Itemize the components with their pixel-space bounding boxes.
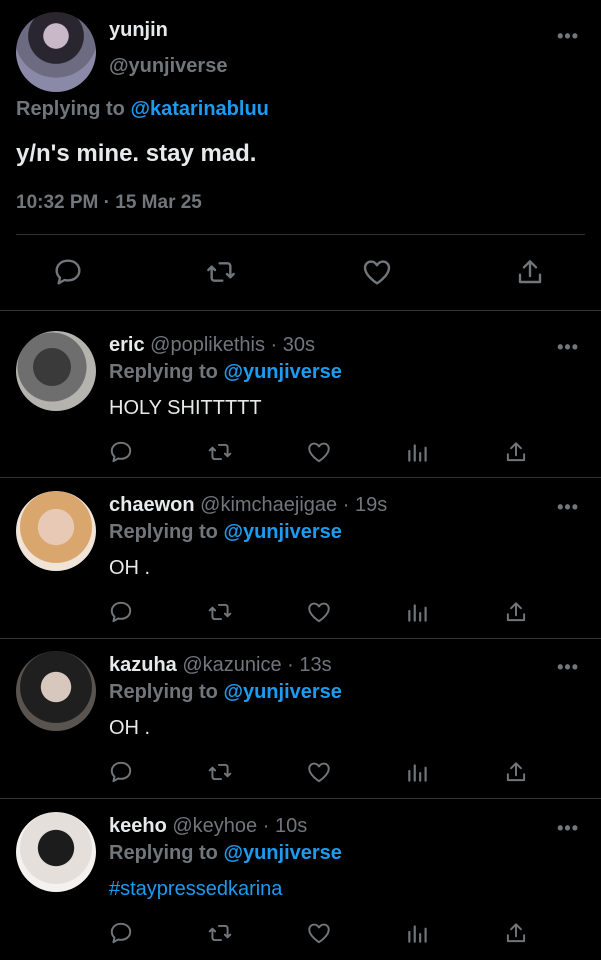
more-options-icon[interactable]: ••• bbox=[557, 497, 579, 518]
retweet-icon[interactable] bbox=[204, 256, 238, 288]
separator: · bbox=[337, 494, 355, 516]
share-icon[interactable] bbox=[503, 920, 529, 946]
separator: · bbox=[281, 654, 300, 676]
author-name[interactable]: chaewon bbox=[109, 494, 195, 516]
author-name[interactable]: yunjin bbox=[109, 19, 168, 42]
more-options-icon[interactable]: ••• bbox=[557, 818, 579, 839]
main-tweet: yunjin @yunjiverse ••• Replying to @kata… bbox=[0, 0, 601, 310]
like-icon[interactable] bbox=[305, 920, 333, 946]
retweet-icon[interactable] bbox=[206, 759, 234, 785]
replying-to: Replying to @yunjiverse bbox=[109, 681, 342, 704]
share-icon[interactable] bbox=[503, 759, 529, 785]
retweet-icon[interactable] bbox=[206, 599, 234, 625]
reply-header: kazuha @kazunice · 13s bbox=[109, 654, 332, 677]
like-icon[interactable] bbox=[305, 759, 333, 785]
author-name[interactable]: keeho bbox=[109, 815, 167, 837]
like-icon[interactable] bbox=[360, 256, 394, 288]
divider bbox=[16, 234, 585, 235]
reply-header: eric @poplikethis · 30s bbox=[109, 334, 315, 357]
replying-to: Replying to @yunjiverse bbox=[109, 842, 342, 865]
more-options-icon[interactable]: ••• bbox=[557, 26, 579, 47]
analytics-icon[interactable] bbox=[405, 759, 431, 785]
avatar[interactable] bbox=[16, 331, 96, 411]
avatar[interactable] bbox=[16, 651, 96, 731]
reply-header: keeho @keyhoe · 10s bbox=[109, 815, 307, 838]
hashtag-link[interactable]: #staypressedkarina bbox=[109, 878, 282, 901]
more-options-icon[interactable]: ••• bbox=[557, 337, 579, 358]
share-icon[interactable] bbox=[514, 256, 546, 288]
author-handle[interactable]: @yunjiverse bbox=[109, 55, 227, 78]
author-name[interactable]: eric bbox=[109, 334, 145, 356]
tweet-text: y/n's mine. stay mad. bbox=[16, 140, 257, 167]
reply-tweet[interactable]: keeho @keyhoe · 10s ••• Replying to @yun… bbox=[0, 792, 601, 952]
tweet-timestamp[interactable]: 10:32 PM · 15 Mar 25 bbox=[16, 192, 202, 214]
reply-tweet[interactable]: kazuha @kazunice · 13s ••• Replying to @… bbox=[0, 631, 601, 791]
reply-icon[interactable] bbox=[108, 439, 134, 465]
reply-time[interactable]: 10s bbox=[275, 815, 307, 837]
replying-mention[interactable]: @katarinabluu bbox=[130, 98, 268, 120]
tweet-text: OH . bbox=[109, 717, 151, 739]
author-handle[interactable]: @kazunice bbox=[182, 654, 281, 676]
tweet-text: OH . bbox=[109, 557, 151, 579]
author-handle[interactable]: @keyhoe bbox=[172, 815, 257, 837]
replying-to: Replying to @yunjiverse bbox=[109, 361, 342, 384]
analytics-icon[interactable] bbox=[405, 599, 431, 625]
analytics-icon[interactable] bbox=[405, 920, 431, 946]
retweet-icon[interactable] bbox=[206, 439, 234, 465]
separator: · bbox=[264, 334, 283, 356]
reply-icon[interactable] bbox=[52, 256, 84, 288]
reply-time[interactable]: 13s bbox=[299, 654, 331, 676]
more-options-icon[interactable]: ••• bbox=[557, 657, 579, 678]
avatar[interactable] bbox=[16, 812, 96, 892]
replying-mention[interactable]: @yunjiverse bbox=[223, 521, 341, 543]
reply-icon[interactable] bbox=[108, 759, 134, 785]
replying-prefix: Replying to bbox=[109, 361, 218, 383]
share-icon[interactable] bbox=[503, 439, 529, 465]
analytics-icon[interactable] bbox=[405, 439, 431, 465]
share-icon[interactable] bbox=[503, 599, 529, 625]
reply-tweet[interactable]: chaewon @kimchaejigae · 19s ••• Replying… bbox=[0, 471, 601, 631]
replying-prefix: Replying to bbox=[16, 98, 125, 120]
tweet-text: HOLY SHITTTTT bbox=[109, 397, 262, 419]
replying-to: Replying to @katarinabluu bbox=[16, 98, 269, 121]
reply-header: chaewon @kimchaejigae · 19s bbox=[109, 494, 387, 517]
like-icon[interactable] bbox=[305, 599, 333, 625]
reply-icon[interactable] bbox=[108, 599, 134, 625]
author-name[interactable]: kazuha bbox=[109, 654, 177, 676]
author-handle[interactable]: @poplikethis bbox=[150, 334, 265, 356]
reply-tweet[interactable]: eric @poplikethis · 30s ••• Replying to … bbox=[0, 311, 601, 471]
reply-time[interactable]: 30s bbox=[283, 334, 315, 356]
like-icon[interactable] bbox=[305, 439, 333, 465]
separator: · bbox=[257, 815, 275, 837]
replying-mention[interactable]: @yunjiverse bbox=[223, 681, 341, 703]
replying-mention[interactable]: @yunjiverse bbox=[223, 361, 341, 383]
replying-prefix: Replying to bbox=[109, 842, 218, 864]
replying-to: Replying to @yunjiverse bbox=[109, 521, 342, 544]
avatar[interactable] bbox=[16, 12, 96, 92]
reply-time[interactable]: 19s bbox=[355, 494, 387, 516]
avatar[interactable] bbox=[16, 491, 96, 571]
replying-mention[interactable]: @yunjiverse bbox=[223, 842, 341, 864]
reply-icon[interactable] bbox=[108, 920, 134, 946]
retweet-icon[interactable] bbox=[206, 920, 234, 946]
replying-prefix: Replying to bbox=[109, 681, 218, 703]
author-handle[interactable]: @kimchaejigae bbox=[200, 494, 337, 516]
replying-prefix: Replying to bbox=[109, 521, 218, 543]
